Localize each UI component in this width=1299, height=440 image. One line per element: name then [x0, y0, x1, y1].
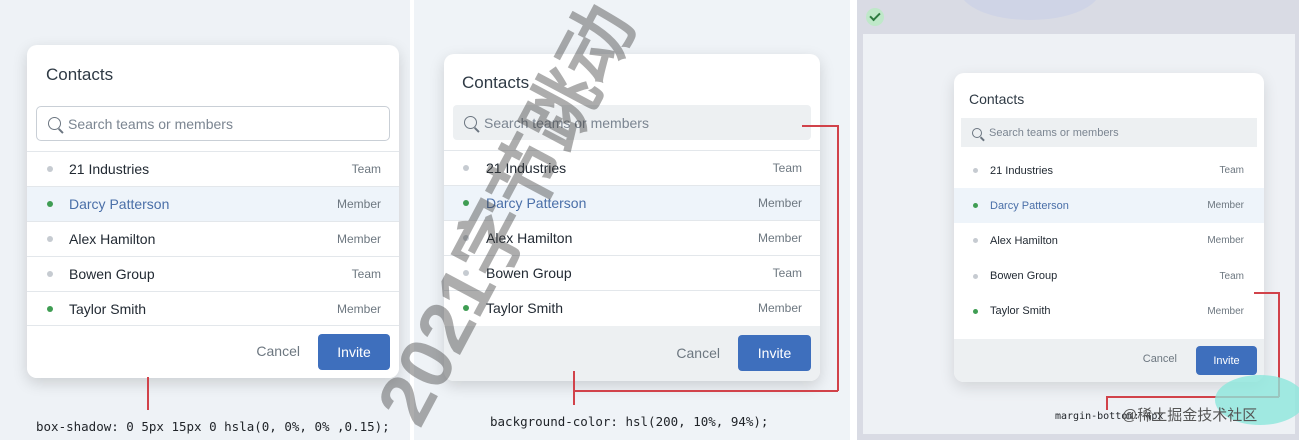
- contact-name: Taylor Smith: [69, 301, 147, 317]
- list-item[interactable]: Darcy Patterson Member: [954, 188, 1264, 224]
- annotation-line: [1254, 292, 1279, 294]
- contact-list: 21 Industries Team Darcy Patterson Member …: [27, 151, 399, 326]
- contact-type: Member: [336, 232, 381, 246]
- contacts-card: Contacts Search teams or members 21 Indu…: [27, 45, 399, 378]
- list-item[interactable]: Taylor Smith Member: [954, 294, 1264, 329]
- contact-name: Darcy Patterson: [990, 199, 1069, 212]
- caption-shadow: box-shadow: 0 5px 15px 0 hsla(0, 0%, 0% …: [36, 419, 390, 434]
- search-placeholder: Search teams or members: [989, 126, 1119, 139]
- status-dot: [973, 308, 978, 314]
- contact-type: Member: [336, 302, 381, 316]
- card-title: Contacts: [46, 65, 114, 84]
- caption-background: background-color: hsl(200, 10%, 94%);: [490, 414, 769, 429]
- list-item[interactable]: Bowen Group Team: [27, 256, 399, 291]
- invite-button[interactable]: Invite: [1196, 346, 1257, 375]
- panel-shadow-example: Contacts Search teams or members 21 Indu…: [0, 0, 410, 440]
- contact-name: 21 Industries: [990, 164, 1053, 177]
- contact-name: 21 Industries: [69, 161, 150, 177]
- contact-list: 21 Industries Team Darcy Patterson Member …: [954, 153, 1264, 329]
- cancel-button[interactable]: Cancel: [256, 343, 300, 359]
- contact-name: Darcy Patterson: [69, 196, 170, 212]
- list-item[interactable]: 21 Industries Team: [954, 153, 1264, 188]
- list-item[interactable]: Bowen Group Team: [954, 259, 1264, 294]
- search-icon: [972, 127, 985, 141]
- list-item[interactable]: Darcy Patterson Member: [27, 186, 399, 221]
- search-placeholder: Search teams or members: [68, 115, 233, 132]
- card-footer: Cancel Invite: [27, 325, 399, 378]
- card-footer: Cancel Invite: [444, 326, 820, 381]
- contact-type: Member: [1207, 235, 1244, 247]
- check-icon: [866, 8, 884, 26]
- status-dot: [973, 168, 978, 174]
- contact-type: Team: [1219, 165, 1244, 177]
- annotation-line: [837, 125, 839, 391]
- status-dot: [47, 236, 53, 242]
- cancel-button[interactable]: Cancel: [1143, 353, 1177, 365]
- contact-name: Bowen Group: [990, 270, 1058, 283]
- contact-type: Member: [1207, 200, 1244, 212]
- contact-name: Alex Hamilton: [69, 231, 156, 247]
- search-input[interactable]: Search teams or members: [961, 118, 1257, 147]
- annotation-line: [1106, 396, 1108, 410]
- annotation-line: [573, 371, 575, 405]
- status-dot: [973, 238, 978, 244]
- list-item[interactable]: Taylor Smith Member: [27, 291, 399, 326]
- search-icon: [464, 116, 480, 133]
- status-dot: [47, 271, 53, 277]
- status-dot: [47, 306, 53, 312]
- list-item[interactable]: 21 Industries Team: [27, 151, 399, 186]
- contact-type: Team: [772, 266, 802, 280]
- status-dot: [47, 201, 53, 207]
- invite-button[interactable]: Invite: [738, 335, 811, 371]
- search-icon: [48, 117, 64, 134]
- contact-type: Team: [1219, 270, 1244, 282]
- contact-type: Team: [351, 267, 381, 281]
- contact-type: Member: [757, 196, 802, 210]
- cancel-button[interactable]: Cancel: [676, 345, 720, 361]
- contacts-card: Contacts Search teams or members 21 Indu…: [954, 73, 1264, 382]
- card-footer: Cancel Invite: [954, 339, 1264, 382]
- list-item[interactable]: Alex Hamilton Member: [954, 223, 1264, 258]
- contact-name: Alex Hamilton: [990, 234, 1058, 247]
- annotation-line: [802, 125, 838, 127]
- site-watermark: @稀土掘金技术社区: [1122, 407, 1258, 424]
- contact-type: Member: [757, 301, 802, 315]
- annotation-line: [147, 377, 149, 410]
- contact-name: Taylor Smith: [990, 305, 1051, 318]
- contact-name: Bowen Group: [69, 266, 155, 282]
- contact-type: Member: [336, 197, 381, 211]
- card-title: Contacts: [969, 91, 1025, 107]
- search-input[interactable]: Search teams or members: [36, 106, 390, 141]
- status-dot: [47, 166, 53, 172]
- list-item[interactable]: Alex Hamilton Member: [27, 221, 399, 256]
- status-dot: [973, 273, 978, 279]
- contact-type: Team: [351, 162, 381, 176]
- contact-type: Team: [772, 161, 802, 175]
- contact-type: Member: [757, 231, 802, 245]
- contact-type: Member: [1207, 305, 1244, 317]
- status-dot: [973, 203, 978, 209]
- annotation-line: [573, 390, 838, 392]
